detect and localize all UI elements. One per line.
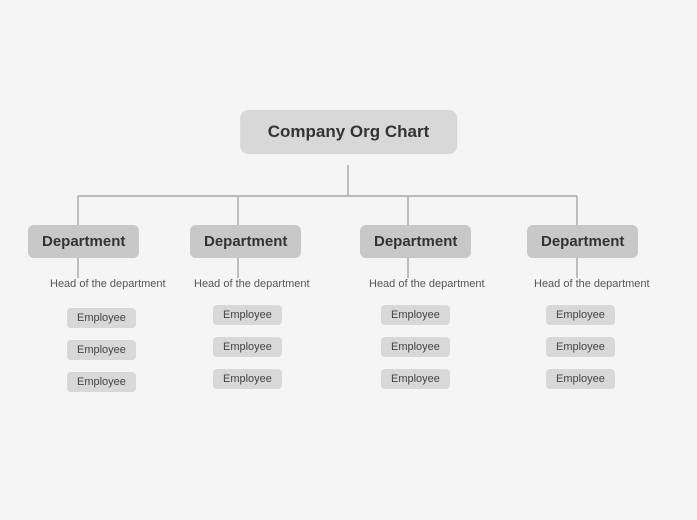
dept1-employee-3: Employee: [67, 372, 136, 392]
chart-container: Company Org Chart Department Head of the…: [0, 0, 697, 520]
dept4-employee-3: Employee: [546, 369, 615, 389]
dept2-head-label: Head of the department: [194, 278, 310, 290]
department-3-box: Department: [360, 225, 471, 258]
dept3-employee-3: Employee: [381, 369, 450, 389]
dept3-employee-1: Employee: [381, 305, 450, 325]
department-2-box: Department: [190, 225, 301, 258]
dept2-employee-2: Employee: [213, 337, 282, 357]
dept1-head-label: Head of the department: [50, 278, 166, 290]
dept4-employee-2: Employee: [546, 337, 615, 357]
dept4-employee-1: Employee: [546, 305, 615, 325]
department-1-box: Department: [28, 225, 139, 258]
dept2-employee-3: Employee: [213, 369, 282, 389]
dept1-employee-1: Employee: [67, 308, 136, 328]
root-node: Company Org Chart: [240, 110, 458, 154]
dept3-employee-2: Employee: [381, 337, 450, 357]
dept1-employee-2: Employee: [67, 340, 136, 360]
dept4-head-label: Head of the department: [534, 278, 650, 290]
department-4-box: Department: [527, 225, 638, 258]
dept2-employee-1: Employee: [213, 305, 282, 325]
connector-lines: [0, 0, 697, 520]
dept3-head-label: Head of the department: [369, 278, 485, 290]
